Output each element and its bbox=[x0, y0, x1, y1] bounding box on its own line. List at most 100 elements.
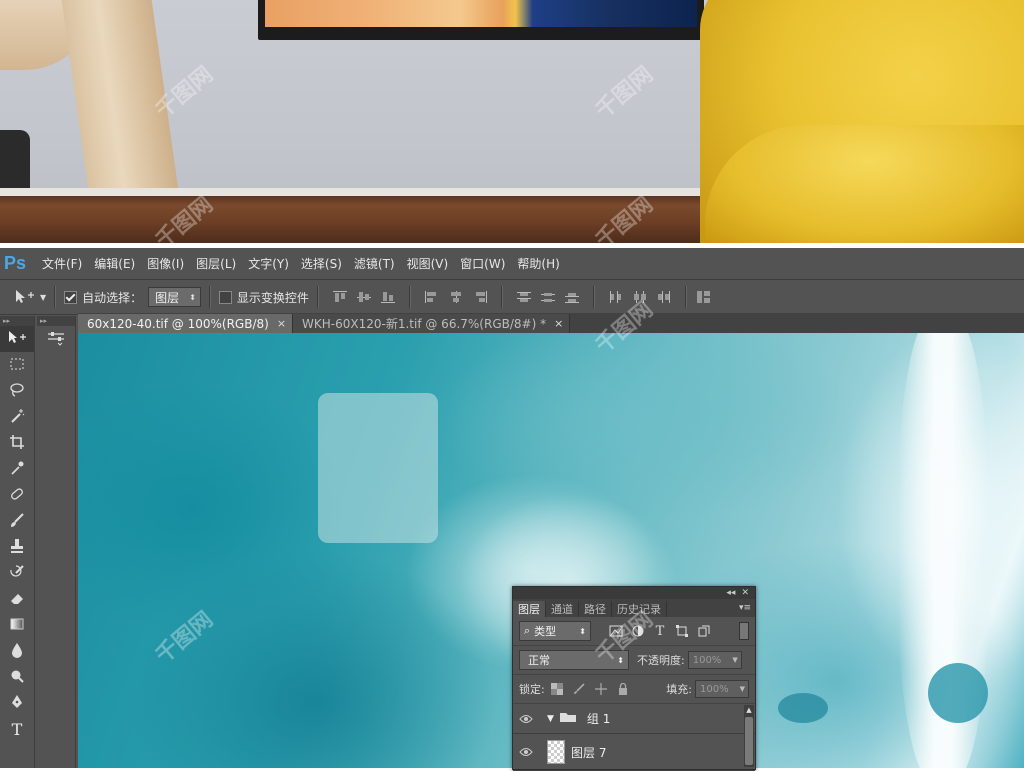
blend-mode-dropdown[interactable]: 正常 ⬍ bbox=[519, 650, 629, 670]
close-icon[interactable]: ✕ bbox=[741, 588, 749, 598]
panel-tabs: 图层 通道 路径 历史记录 ▾≡ bbox=[513, 599, 755, 617]
menu-layer[interactable]: 图层(L) bbox=[196, 255, 236, 272]
layer-row[interactable]: 图层 7 bbox=[513, 734, 755, 771]
auto-align-layers-icon[interactable] bbox=[695, 288, 713, 306]
gradient-icon bbox=[9, 616, 25, 635]
auto-select-target-dropdown[interactable]: 图层 ⬍ bbox=[148, 287, 201, 307]
type-tool[interactable]: T bbox=[0, 716, 34, 742]
opacity-label: 不透明度: bbox=[637, 654, 685, 667]
properties-button[interactable] bbox=[37, 326, 75, 352]
tab-channels[interactable]: 通道 bbox=[546, 601, 579, 617]
updown-arrow-icon: ⬍ bbox=[617, 655, 624, 665]
tool-preset-picker[interactable]: ▼ bbox=[14, 289, 46, 305]
lock-all-icon[interactable] bbox=[617, 683, 629, 695]
menu-edit[interactable]: 编辑(E) bbox=[94, 255, 135, 272]
photoshop-logo: Ps bbox=[4, 252, 27, 273]
panel-menu-icon[interactable]: ▾≡ bbox=[739, 603, 751, 613]
document-tabs: 60x120-40.tif @ 100%(RGB/8) × WKH-60X120… bbox=[78, 313, 1024, 333]
clone-stamp-tool[interactable] bbox=[0, 534, 34, 560]
crop-tool[interactable] bbox=[0, 430, 34, 456]
scrollbar-thumb[interactable] bbox=[745, 717, 753, 765]
healing-brush-tool[interactable] bbox=[0, 482, 34, 508]
distribute-vcenter-icon[interactable] bbox=[539, 288, 557, 306]
distribute-hcenter-icon[interactable] bbox=[631, 288, 649, 306]
magic-wand-tool[interactable] bbox=[0, 404, 34, 430]
filter-toggle[interactable] bbox=[739, 622, 749, 640]
move-tool[interactable] bbox=[0, 326, 34, 352]
lasso-icon bbox=[9, 382, 25, 401]
type-filter-icon[interactable]: T bbox=[653, 624, 667, 639]
lock-row: 锁定: 填充: 100% ▼ bbox=[513, 675, 755, 704]
expand-triangle-icon[interactable]: ▼ bbox=[547, 714, 554, 724]
align-left-icon[interactable] bbox=[423, 288, 441, 306]
tab-paths[interactable]: 路径 bbox=[579, 601, 612, 617]
blur-tool[interactable] bbox=[0, 638, 34, 664]
lock-pixels-icon[interactable] bbox=[573, 683, 585, 695]
lock-transparent-icon[interactable] bbox=[550, 683, 563, 695]
tab-document-1[interactable]: 60x120-40.tif @ 100%(RGB/8) × bbox=[78, 314, 294, 333]
brush-tool[interactable] bbox=[0, 508, 34, 534]
marquee-icon bbox=[9, 356, 25, 375]
layers-scrollbar[interactable]: ▲ bbox=[744, 705, 754, 767]
layer-name: 组 1 bbox=[586, 712, 611, 726]
lock-label: 锁定: bbox=[519, 683, 545, 696]
menu-type[interactable]: 文字(Y) bbox=[248, 255, 289, 272]
eye-icon[interactable] bbox=[513, 747, 539, 757]
eyedropper-tool[interactable] bbox=[0, 456, 34, 482]
align-top-icon[interactable] bbox=[331, 288, 349, 306]
panel-grip[interactable]: ▸▸ bbox=[37, 316, 75, 326]
distribute-left-icon[interactable] bbox=[607, 288, 625, 306]
distribute-vertical-group bbox=[515, 288, 581, 306]
close-icon[interactable]: × bbox=[554, 317, 563, 330]
menu-help[interactable]: 帮助(H) bbox=[517, 255, 559, 272]
tab-label: 60x120-40.tif @ 100%(RGB/8) bbox=[87, 316, 269, 331]
panel-titlebar[interactable]: ◂◂ ✕ bbox=[513, 587, 755, 599]
menu-view[interactable]: 视图(V) bbox=[407, 255, 449, 272]
distribute-top-icon[interactable] bbox=[515, 288, 533, 306]
auto-select-checkbox[interactable] bbox=[64, 290, 78, 304]
move-tool-icon bbox=[14, 289, 36, 305]
pen-tool[interactable] bbox=[0, 690, 34, 716]
history-brush-tool[interactable] bbox=[0, 560, 34, 586]
chevron-down-icon: ▼ bbox=[40, 292, 47, 302]
opacity-field[interactable]: 100% ▼ bbox=[687, 651, 742, 669]
align-right-icon[interactable] bbox=[471, 288, 489, 306]
tab-history[interactable]: 历史记录 bbox=[612, 601, 667, 617]
menu-filter[interactable]: 滤镜(T) bbox=[354, 255, 395, 272]
collapse-icon[interactable]: ◂◂ bbox=[726, 588, 735, 598]
filter-kind-dropdown[interactable]: ⌕ 类型 ⬍ bbox=[519, 621, 591, 641]
tab-document-2[interactable]: WKH-60X120-新1.tif @ 66.7%(RGB/8#) * × bbox=[293, 314, 571, 333]
distribute-right-icon[interactable] bbox=[655, 288, 673, 306]
align-bottom-icon[interactable] bbox=[379, 288, 397, 306]
layer-row-group[interactable]: ▼ 组 1 bbox=[513, 704, 755, 734]
gradient-tool[interactable] bbox=[0, 612, 34, 638]
scroll-up-icon[interactable]: ▲ bbox=[745, 706, 753, 714]
smart-object-filter-icon[interactable] bbox=[697, 624, 711, 638]
divider bbox=[54, 286, 57, 308]
adjustment-filter-icon[interactable] bbox=[631, 624, 645, 638]
eraser-tool[interactable] bbox=[0, 586, 34, 612]
fill-value: 100% bbox=[700, 683, 729, 695]
sliders-icon bbox=[46, 330, 66, 349]
lasso-tool[interactable] bbox=[0, 378, 34, 404]
distribute-bottom-icon[interactable] bbox=[563, 288, 581, 306]
menu-window[interactable]: 窗口(W) bbox=[460, 255, 505, 272]
close-icon[interactable]: × bbox=[277, 317, 286, 330]
align-vcenter-icon[interactable] bbox=[355, 288, 373, 306]
menu-file[interactable]: 文件(F) bbox=[42, 255, 82, 272]
crop-icon bbox=[9, 434, 25, 453]
show-transform-checkbox[interactable] bbox=[218, 290, 232, 304]
menu-select[interactable]: 选择(S) bbox=[301, 255, 342, 272]
image-filter-icon[interactable] bbox=[609, 624, 623, 638]
tab-layers[interactable]: 图层 bbox=[513, 601, 546, 617]
eye-icon[interactable] bbox=[513, 714, 539, 724]
lock-position-icon[interactable] bbox=[594, 683, 607, 695]
properties-mini-panel: ▸▸ bbox=[37, 316, 76, 768]
marquee-tool[interactable] bbox=[0, 352, 34, 378]
shape-filter-icon[interactable] bbox=[675, 624, 689, 638]
menu-image[interactable]: 图像(I) bbox=[147, 255, 184, 272]
align-hcenter-icon[interactable] bbox=[447, 288, 465, 306]
fill-field[interactable]: 100% ▼ bbox=[695, 680, 749, 698]
panel-grip[interactable]: ▸▸ bbox=[0, 316, 34, 326]
dodge-tool[interactable] bbox=[0, 664, 34, 690]
